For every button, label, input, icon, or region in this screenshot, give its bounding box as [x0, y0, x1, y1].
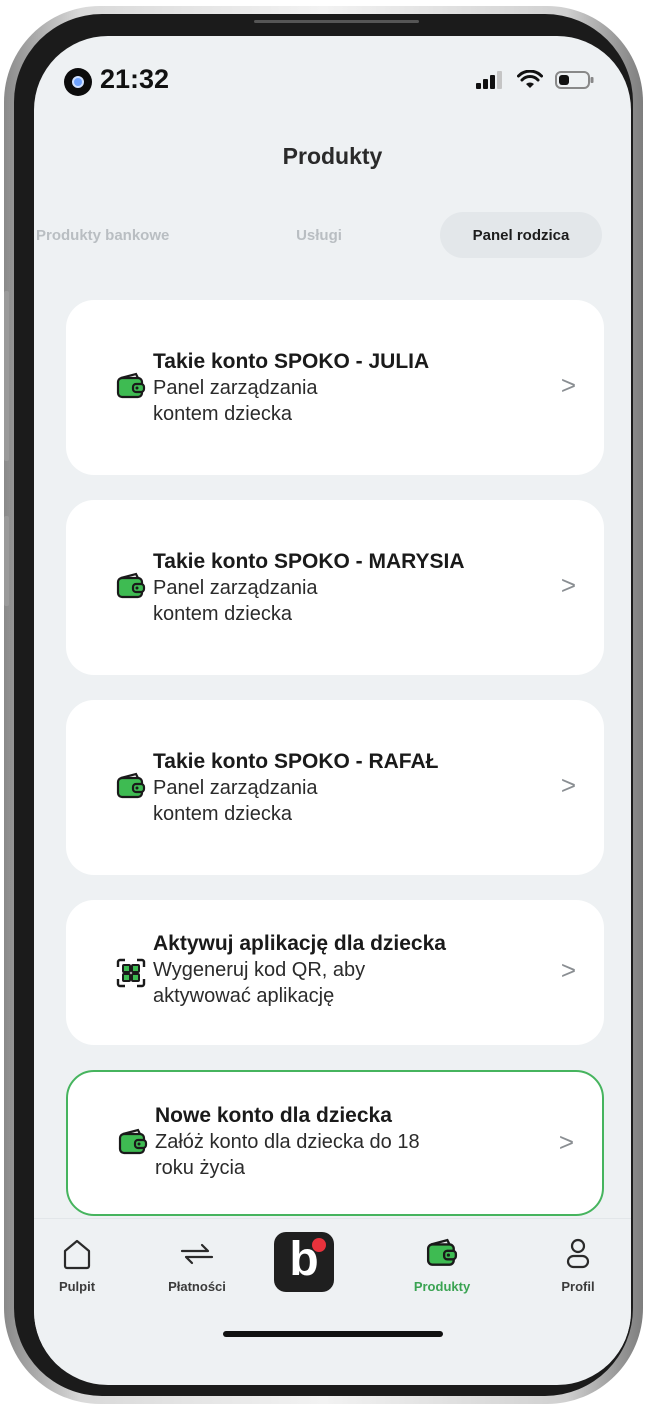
chevron-right-icon: >: [560, 770, 576, 800]
card-subtitle: kontem dziecka: [153, 603, 292, 625]
card-subtitle: Panel zarządzania: [153, 577, 318, 599]
person-icon: [566, 1238, 590, 1269]
tab-bar: Produkty bankowe Usługi Panel rodzica: [34, 212, 631, 258]
card-account-marysia[interactable]: Takie konto SPOKO - MARYSIA Panel zarząd…: [66, 500, 604, 675]
tab-produkty-bankowe[interactable]: Produkty bankowe: [36, 212, 226, 258]
card-subtitle: kontem dziecka: [153, 403, 292, 425]
tab-panel-rodzica[interactable]: Panel rodzica: [440, 212, 602, 258]
speaker-seam: [254, 20, 419, 23]
chevron-right-icon: >: [560, 370, 576, 400]
transfer-arrows-icon: [180, 1243, 214, 1265]
card-title: Aktywuj aplikację dla dziecka: [153, 932, 446, 955]
wallet-icon: [116, 572, 146, 599]
card-title: Takie konto SPOKO - RAFAŁ: [153, 750, 439, 773]
card-subtitle: Wygeneruj kod QR, aby: [153, 959, 366, 981]
card-title: Takie konto SPOKO - MARYSIA: [153, 550, 465, 573]
battery-icon: [555, 71, 594, 89]
card-new-child-account[interactable]: Nowe konto dla dziecka Załóż konto dla d…: [66, 1070, 604, 1216]
nav-profil[interactable]: Profil: [523, 1219, 631, 1294]
card-subtitle: roku życia: [155, 1157, 246, 1179]
card-title: Nowe konto dla dziecka: [155, 1104, 392, 1127]
bottom-nav: Pulpit Płatności b Produkty Profil: [34, 1218, 631, 1326]
tab-uslugi[interactable]: Usługi: [274, 212, 364, 258]
wallet-icon: [116, 372, 146, 399]
notification-dot: [312, 1238, 326, 1252]
nav-pulpit[interactable]: Pulpit: [34, 1219, 132, 1294]
card-subtitle: kontem dziecka: [153, 803, 292, 825]
qr-code-icon: [116, 958, 146, 988]
nav-produkty[interactable]: Produkty: [387, 1219, 497, 1294]
wallet-icon: [116, 772, 146, 799]
side-button: [4, 516, 9, 606]
card-account-julia[interactable]: Takie konto SPOKO - JULIA Panel zarządza…: [66, 300, 604, 475]
cellular-signal-icon: [476, 71, 502, 89]
status-time: 21:32: [100, 64, 170, 94]
wallet-icon: [426, 1238, 458, 1266]
chevron-right-icon: >: [560, 570, 576, 600]
center-app-button[interactable]: b: [274, 1232, 334, 1292]
chevron-right-icon: >: [560, 955, 576, 985]
status-icons: [475, 70, 595, 90]
phone-frame: 21:32 Produkty Produkty bankowe Usługi P…: [4, 6, 643, 1404]
volume-button: [4, 291, 9, 461]
screen: 21:32 Produkty Produkty bankowe Usługi P…: [34, 36, 631, 1385]
status-bar: 21:32: [34, 36, 631, 126]
card-activate-app[interactable]: Aktywuj aplikację dla dziecka Wygeneruj …: [66, 900, 604, 1045]
card-title: Takie konto SPOKO - JULIA: [153, 350, 430, 373]
card-subtitle: Załóż konto dla dziecka do 18: [155, 1131, 420, 1153]
card-subtitle: aktywować aplikację: [153, 985, 335, 1007]
card-subtitle: Panel zarządzania: [153, 377, 318, 399]
page-title: Produkty: [282, 143, 383, 169]
status-app-icon: [64, 68, 92, 96]
home-icon: [63, 1239, 91, 1270]
nav-platnosci[interactable]: Płatności: [142, 1219, 252, 1294]
home-indicator[interactable]: [223, 1331, 443, 1337]
card-account-rafal[interactable]: Takie konto SPOKO - RAFAŁ Panel zarządza…: [66, 700, 604, 875]
wifi-icon: [517, 70, 543, 88]
chevron-right-icon: >: [558, 1127, 574, 1157]
wallet-icon: [118, 1128, 148, 1155]
card-subtitle: Panel zarządzania: [153, 777, 318, 799]
